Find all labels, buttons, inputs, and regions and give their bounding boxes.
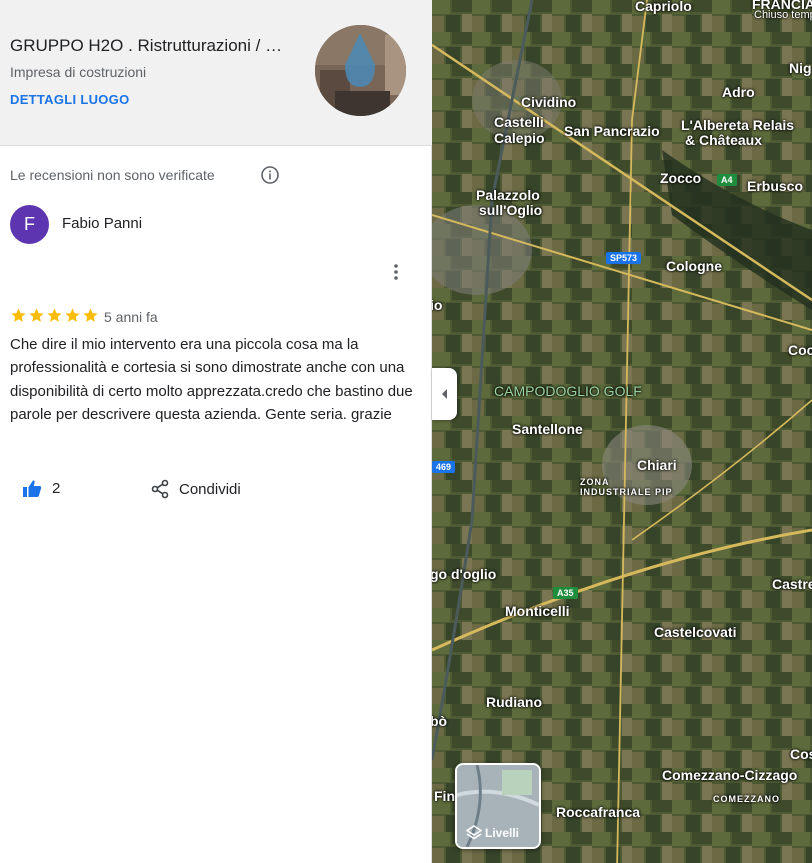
map-place-label[interactable]: Castelcovati [654, 624, 736, 640]
share-label: Condividi [179, 480, 241, 498]
like-count: 2 [52, 480, 61, 497]
map-place-label[interactable]: go d'oglio [432, 566, 496, 582]
review-text: Che dire il mio intervento era una picco… [10, 336, 413, 424]
road-shield: A4 [717, 174, 737, 186]
star-icon [83, 308, 98, 322]
map-place-label[interactable]: Erbusco [747, 178, 803, 194]
info-icon[interactable] [260, 165, 280, 185]
map-place-label[interactable]: ZONA [580, 477, 610, 487]
map-place-label[interactable]: sull'Oglio [479, 202, 542, 218]
place-name: GRUPPO H2O . Ristrutturazioni / … [10, 36, 283, 55]
map-place-label[interactable]: Coccagl [788, 342, 812, 358]
star-icon [11, 308, 26, 322]
star-icon [47, 308, 62, 322]
place-photo[interactable] [315, 25, 406, 116]
map-place-label[interactable]: Santellone [512, 421, 583, 437]
map-place-label[interactable]: Chiari [637, 457, 677, 473]
reviews-notice: Le recensioni non sono verificate [10, 167, 215, 183]
place-category: Impresa di costruzioni [10, 64, 147, 80]
map-place-label[interactable]: Castre [772, 576, 812, 592]
map-place-label[interactable]: L'Albereta Relais [681, 117, 794, 133]
place-header: GRUPPO H2O . Ristrutturazioni / … Impres… [0, 0, 432, 146]
map-place-label[interactable]: Rudiano [486, 694, 542, 710]
road-shield: A35 [553, 587, 578, 599]
reviewer-avatar[interactable]: F [10, 205, 49, 244]
review-age: 5 anni fa [104, 309, 158, 325]
map-place-label[interactable]: Comezzano-Cizzago [662, 767, 797, 783]
map-place-label[interactable]: Monticelli [505, 603, 570, 619]
map-place-label[interactable]: io [432, 297, 442, 313]
road-shield: SP573 [606, 252, 642, 264]
map-place-label[interactable]: Palazzolo [476, 187, 540, 203]
map-place-label[interactable]: Zocco [660, 170, 701, 186]
map-place-label[interactable]: Cos [790, 746, 812, 762]
collapse-panel-button[interactable] [432, 368, 457, 420]
layers-icon [466, 825, 482, 840]
place-details-link[interactable]: DETTAGLI LUOGO [10, 92, 130, 107]
road-shield: 469 [432, 461, 456, 473]
map-place-label[interactable]: Cividino [521, 94, 576, 110]
reviewer-name[interactable]: Fabio Panni [62, 215, 142, 232]
map-place-label[interactable]: Castelli [494, 114, 544, 130]
map-place-label[interactable]: San Pancrazio [564, 123, 660, 139]
map-place-label[interactable]: Nig [789, 60, 812, 76]
thumbs-up-icon [23, 480, 42, 497]
chevron-left-icon [441, 389, 447, 399]
layers-button[interactable]: Livelli [455, 763, 541, 849]
place-photo-image [315, 25, 406, 116]
share-icon [151, 479, 169, 499]
place-panel: GRUPPO H2O . Ristrutturazioni / … Impres… [0, 0, 432, 863]
map-place-label[interactable]: Roccafranca [556, 804, 640, 820]
satellite-map[interactable]: CaprioloFRANCIAChiuso temporaneamenteNig… [432, 0, 812, 863]
star-icon [65, 308, 80, 322]
map-place-label[interactable]: Capriolo [635, 0, 692, 14]
map-place-label[interactable]: INDUSTRIALE PIP [580, 487, 673, 497]
like-button[interactable]: 2 [22, 479, 60, 498]
map-place-label[interactable]: Fin [434, 788, 455, 804]
map-place-label[interactable]: & Châteaux [685, 132, 762, 148]
share-button[interactable]: Condividi [150, 479, 241, 499]
map-place-label[interactable]: COMEZZANO [713, 794, 780, 804]
layers-label: Livelli [485, 826, 520, 840]
review-rating-stars [10, 307, 99, 324]
map-place-label[interactable]: bò [432, 713, 447, 729]
map-place-label[interactable]: Calepio [494, 130, 545, 146]
more-options-icon[interactable] [388, 262, 404, 282]
map-place-label[interactable]: Cologne [666, 258, 722, 274]
map-place-label[interactable]: CAMPODOGLIO GOLF [494, 383, 642, 399]
map-place-label[interactable]: Chiuso temporaneamente [754, 9, 812, 21]
map-place-label[interactable]: Adro [722, 84, 755, 100]
star-icon [29, 308, 44, 322]
